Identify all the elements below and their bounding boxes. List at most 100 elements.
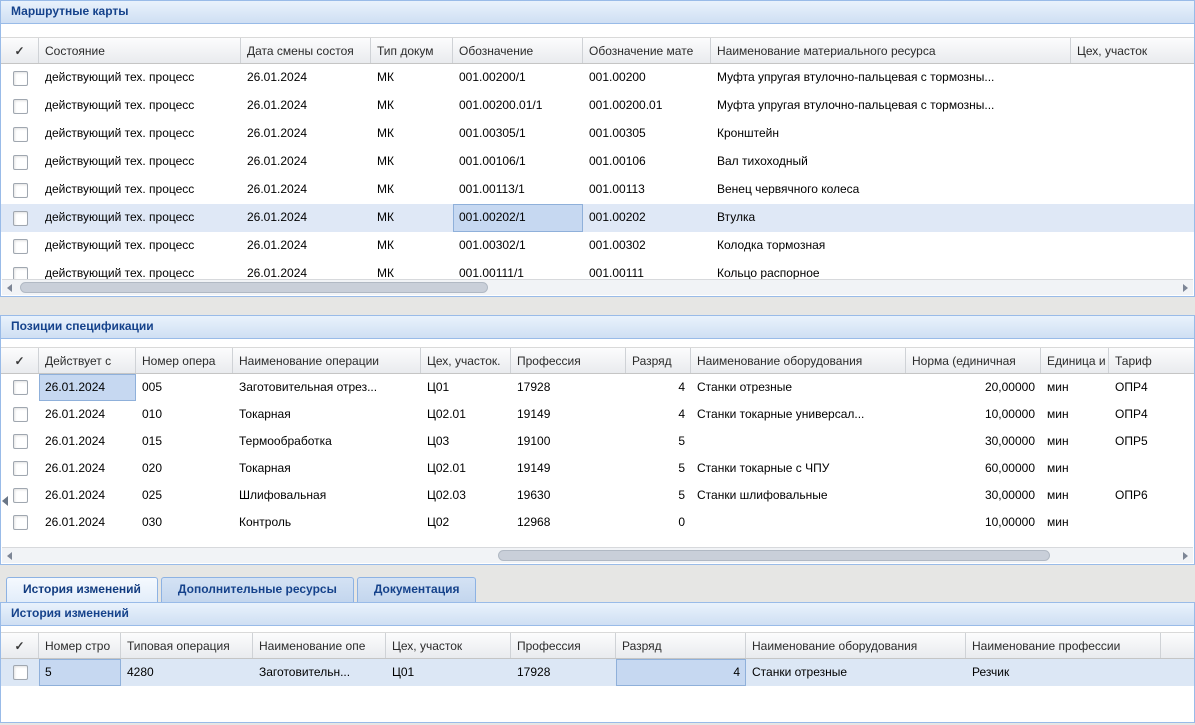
cell[interactable] (1071, 92, 1194, 120)
cell[interactable]: 26.01.2024 (39, 428, 136, 455)
row-checkbox[interactable] (13, 183, 28, 198)
scrollbar-thumb[interactable] (498, 550, 1050, 561)
cell[interactable]: Термообработка (233, 428, 421, 455)
cell[interactable]: Ц02.03 (421, 482, 511, 509)
row-checkbox[interactable] (13, 211, 28, 226)
cell[interactable]: 30,00000 (906, 482, 1041, 509)
column-header[interactable]: Действует с (39, 348, 136, 373)
cell[interactable]: мин (1041, 374, 1109, 401)
cell[interactable]: 4280 (121, 659, 253, 686)
cell[interactable]: 5 (39, 659, 121, 686)
cell[interactable]: мин (1041, 509, 1109, 536)
cell[interactable]: 26.01.2024 (241, 120, 371, 148)
cell[interactable] (1109, 509, 1194, 536)
cell[interactable]: 19149 (511, 455, 626, 482)
cell[interactable]: 020 (136, 455, 233, 482)
cell[interactable]: 19149 (511, 401, 626, 428)
table-row[interactable]: 26.01.2024010ТокарнаяЦ02.01191494Станки … (1, 401, 1194, 428)
cell[interactable]: Станки отрезные (691, 374, 906, 401)
cell[interactable]: Ц02.01 (421, 401, 511, 428)
cell[interactable]: 60,00000 (906, 455, 1041, 482)
row-checkbox[interactable] (13, 380, 28, 395)
cell[interactable]: ОПР6 (1109, 482, 1194, 509)
cell[interactable]: 26.01.2024 (39, 401, 136, 428)
cell[interactable] (1071, 204, 1194, 232)
table-row[interactable]: 26.01.2024005Заготовительная отрез...Ц01… (1, 374, 1194, 401)
row-checkbox[interactable] (13, 488, 28, 503)
cell[interactable] (1071, 176, 1194, 204)
cell[interactable] (1071, 232, 1194, 260)
cell[interactable]: МК (371, 260, 453, 281)
column-header[interactable]: Обозначение (453, 38, 583, 63)
cell[interactable]: Муфта упругая втулочно-пальцевая с тормо… (711, 92, 1071, 120)
cell[interactable]: 001.00113 (583, 176, 711, 204)
column-header[interactable]: Дата смены состоя (241, 38, 371, 63)
scroll-track[interactable] (18, 280, 1177, 295)
cell[interactable]: 001.00111/1 (453, 260, 583, 281)
cell[interactable]: 5 (626, 428, 691, 455)
column-header[interactable]: Тариф (1109, 348, 1194, 373)
column-header[interactable]: Наименование профессии (966, 633, 1161, 658)
table-row[interactable]: действующий тех. процесс26.01.2024МК001.… (1, 92, 1194, 120)
cell[interactable]: 5 (626, 455, 691, 482)
cell[interactable]: 001.00111 (583, 260, 711, 281)
table-row[interactable]: 54280Заготовительн...Ц01179284Станки отр… (1, 659, 1194, 686)
cell[interactable]: Вал тихоходный (711, 148, 1071, 176)
column-header[interactable]: Наименование операции (233, 348, 421, 373)
row-checkbox[interactable] (13, 461, 28, 476)
cell[interactable]: 26.01.2024 (241, 148, 371, 176)
cell[interactable]: 001.00200.01 (583, 92, 711, 120)
cell[interactable] (691, 428, 906, 455)
cell[interactable]: 10,00000 (906, 401, 1041, 428)
column-header[interactable]: Цех, участок. (421, 348, 511, 373)
cell[interactable]: Токарная (233, 401, 421, 428)
cell[interactable]: 5 (626, 482, 691, 509)
table-row[interactable]: действующий тех. процесс26.01.2024МК001.… (1, 204, 1194, 232)
cell[interactable]: ОПР4 (1109, 374, 1194, 401)
table-row[interactable]: действующий тех. процесс26.01.2024МК001.… (1, 64, 1194, 92)
cell[interactable]: Венец червячного колеса (711, 176, 1071, 204)
cell[interactable]: ОПР4 (1109, 401, 1194, 428)
cell[interactable]: 26.01.2024 (39, 455, 136, 482)
cell[interactable]: 0 (626, 509, 691, 536)
table-row[interactable]: 26.01.2024030КонтрольЦ0212968010,00000ми… (1, 509, 1194, 536)
cell[interactable]: 001.00302/1 (453, 232, 583, 260)
column-header[interactable]: Цех, участок (1071, 38, 1194, 63)
table-row[interactable]: 26.01.2024015ТермообработкаЦ0319100530,0… (1, 428, 1194, 455)
cell[interactable]: МК (371, 176, 453, 204)
splitter-horizontal[interactable] (0, 297, 1195, 315)
route-horizontal-scrollbar[interactable] (2, 279, 1193, 295)
cell[interactable]: 10,00000 (906, 509, 1041, 536)
cell[interactable]: МК (371, 148, 453, 176)
cell[interactable]: действующий тех. процесс (39, 92, 241, 120)
column-header[interactable]: Тип докум (371, 38, 453, 63)
cell[interactable]: Муфта упругая втулочно-пальцевая с тормо… (711, 64, 1071, 92)
scroll-left-arrow[interactable] (2, 280, 18, 295)
row-checkbox[interactable] (13, 71, 28, 86)
cell[interactable]: Кронштейн (711, 120, 1071, 148)
cell[interactable]: Кольцо распорное (711, 260, 1071, 281)
row-checkbox[interactable] (13, 515, 28, 530)
cell[interactable]: действующий тех. процесс (39, 120, 241, 148)
cell[interactable]: мин (1041, 401, 1109, 428)
scroll-right-arrow[interactable] (1177, 280, 1193, 295)
column-header[interactable]: Норма (единичная (906, 348, 1041, 373)
cell[interactable]: 17928 (511, 374, 626, 401)
cell[interactable]: действующий тех. процесс (39, 148, 241, 176)
cell[interactable]: 26.01.2024 (241, 176, 371, 204)
column-header[interactable]: Наименование материального ресурса (711, 38, 1071, 63)
table-row[interactable]: 26.01.2024025ШлифовальнаяЦ02.03196305Ста… (1, 482, 1194, 509)
cell[interactable]: мин (1041, 482, 1109, 509)
cell[interactable]: Токарная (233, 455, 421, 482)
cell[interactable]: 005 (136, 374, 233, 401)
cell[interactable]: 001.00106 (583, 148, 711, 176)
cell[interactable]: ОПР5 (1109, 428, 1194, 455)
cell[interactable]: 001.00305/1 (453, 120, 583, 148)
cell[interactable]: Заготовительн... (253, 659, 386, 686)
splitter-horizontal[interactable] (0, 565, 1195, 577)
cell[interactable]: Шлифовальная (233, 482, 421, 509)
scroll-right-arrow[interactable] (1177, 548, 1193, 563)
cell[interactable] (1109, 455, 1194, 482)
row-checkbox[interactable] (13, 407, 28, 422)
cell[interactable]: 001.00305 (583, 120, 711, 148)
